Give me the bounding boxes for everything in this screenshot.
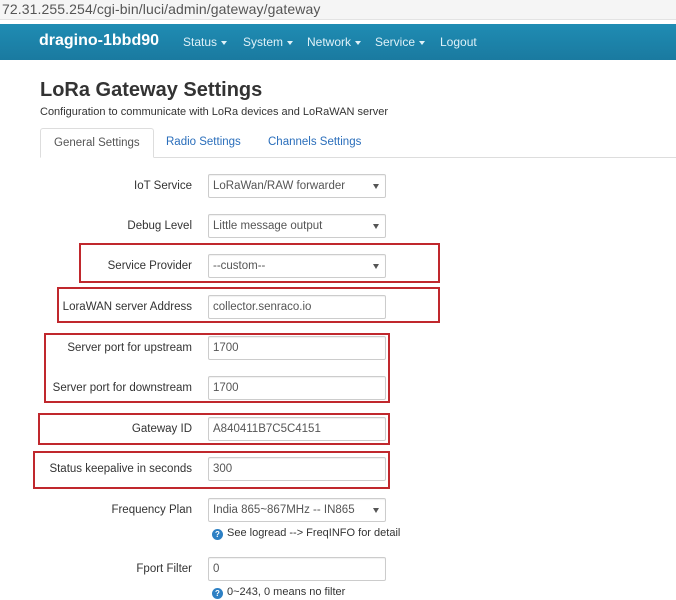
iot-service-value: LoRaWan/RAW forwarder	[213, 180, 346, 192]
highlight-server-ports	[44, 333, 390, 403]
brand-title[interactable]: dragino-1bbd90	[39, 32, 159, 50]
nav-service[interactable]: Service	[375, 35, 426, 49]
fport-filter-label: Fport Filter	[136, 563, 192, 575]
tab-radio-settings[interactable]: Radio Settings	[153, 128, 254, 158]
nav-service-label: Service	[375, 35, 416, 49]
tab-general-settings[interactable]: General Settings	[40, 128, 154, 158]
nav-network-label: Network	[307, 35, 352, 49]
help-circle-icon: ?	[212, 529, 223, 540]
highlight-gateway-id	[38, 413, 390, 445]
url-text[interactable]: 72.31.255.254/cgi-bin/luci/admin/gateway…	[2, 1, 320, 17]
caret-down-icon	[373, 184, 379, 189]
nav-status[interactable]: Status	[183, 35, 228, 49]
frequency-plan-hint-text: See logread --> FreqINFO for detail	[227, 527, 401, 539]
debug-level-label: Debug Level	[127, 220, 192, 232]
fport-filter-input[interactable]: 0	[208, 557, 386, 581]
frequency-plan-hint: ? See logread --> FreqINFO for detail	[212, 527, 400, 540]
highlight-keepalive	[33, 451, 390, 489]
caret-down-icon	[373, 508, 379, 513]
address-bar[interactable]: 72.31.255.254/cgi-bin/luci/admin/gateway…	[0, 0, 676, 20]
nav-status-label: Status	[183, 35, 218, 49]
highlight-server-address	[57, 287, 440, 323]
fport-filter-hint-text: 0~243, 0 means no filter	[227, 586, 346, 598]
tab-channels-settings[interactable]: Channels Settings	[255, 128, 374, 158]
frequency-plan-value: India 865~867MHz -- IN865	[213, 504, 355, 516]
debug-level-value: Little message output	[213, 220, 323, 232]
fport-filter-hint: ? 0~243, 0 means no filter	[212, 586, 345, 599]
caret-down-icon	[355, 40, 362, 45]
caret-down-icon	[419, 40, 426, 45]
iot-service-label: IoT Service	[134, 180, 192, 192]
nav-network[interactable]: Network	[307, 35, 362, 49]
help-circle-icon: ?	[212, 588, 223, 599]
frequency-plan-label: Frequency Plan	[111, 504, 192, 516]
page-title: LoRa Gateway Settings	[40, 79, 263, 101]
caret-down-icon	[287, 40, 294, 45]
page-description: Configuration to communicate with LoRa d…	[40, 106, 389, 118]
caret-down-icon	[373, 224, 379, 229]
nav-system-label: System	[243, 35, 284, 49]
iot-service-select[interactable]: LoRaWan/RAW forwarder	[208, 174, 386, 198]
nav-system[interactable]: System	[243, 35, 294, 49]
top-navbar: dragino-1bbd90 Status System Network Ser…	[0, 24, 676, 60]
nav-logout[interactable]: Logout	[440, 35, 477, 49]
debug-level-select[interactable]: Little message output	[208, 214, 386, 238]
frequency-plan-select[interactable]: India 865~867MHz -- IN865	[208, 498, 386, 522]
highlight-service-provider	[79, 243, 440, 283]
caret-down-icon	[221, 40, 228, 45]
